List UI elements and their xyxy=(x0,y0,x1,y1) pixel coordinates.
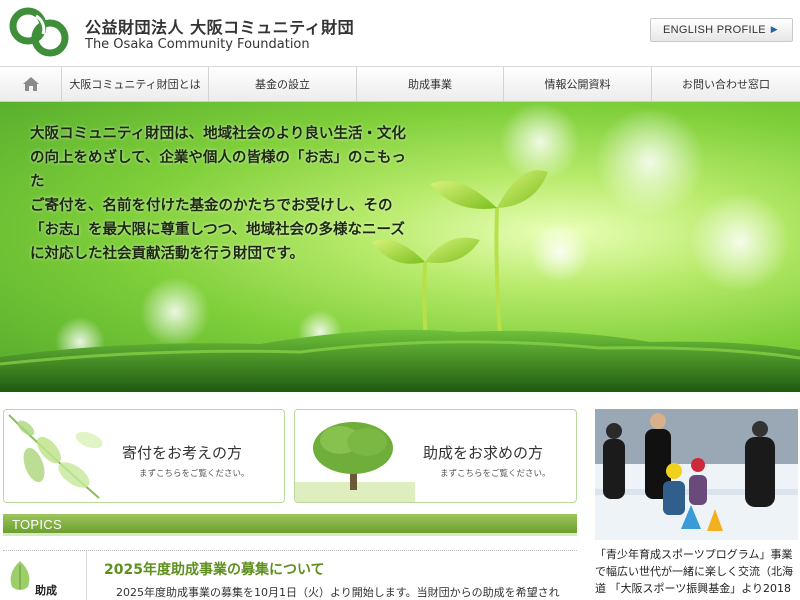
topic-category-cell: 助成 xyxy=(3,551,87,600)
donate-card-subtitle: まずこちらをご覧ください。 xyxy=(139,469,250,479)
topics-header: TOPICS xyxy=(3,514,577,536)
hero-banner: 大阪コミュニティ財団は、地域社会のより良い生活・文化 の向上をめざして、企業や個… xyxy=(0,102,800,392)
org-name-jp: 大阪コミュニティ財団 xyxy=(190,18,355,37)
nav-fund-setup[interactable]: 基金の設立 xyxy=(209,67,357,101)
hero-line: 大阪コミュニティ財団は、地域社会のより良い生活・文化 xyxy=(30,125,406,142)
topic-title-link[interactable]: 2025年度助成事業の募集について xyxy=(104,559,325,579)
topic-item: 助成 2025年度助成事業の募集について 2025年度助成事業の募集を10月1日… xyxy=(3,550,577,600)
play-arrow-icon: ▶ xyxy=(770,24,778,34)
grant-card-subtitle: まずこちらをご覧ください。 xyxy=(440,469,551,479)
nav-contact[interactable]: お問い合わせ窓口 xyxy=(652,67,800,101)
nav-grants[interactable]: 助成事業 xyxy=(357,67,504,101)
logo-japanese-name[interactable]: 公益財団法人 大阪コミュニティ財団 xyxy=(85,14,354,38)
hero-line: に対応した社会貢献活動を行う財団です。 xyxy=(30,245,305,262)
ice-skating-illustration xyxy=(595,409,798,540)
global-nav: 大阪コミュニティ財団とは 基金の設立 助成事業 情報公開資料 お問い合わせ窓口 xyxy=(0,66,800,102)
feature-caption-line: 道 「大阪スポーツ振興基金」より2018 xyxy=(595,582,792,595)
home-icon xyxy=(22,77,39,91)
site-header: 公益財団法人 大阪コミュニティ財団 The Osaka Community Fo… xyxy=(0,0,800,66)
english-profile-label: ENGLISH PROFILE xyxy=(663,24,766,36)
logo-english-name[interactable]: The Osaka Community Foundation xyxy=(85,37,310,52)
grant-card-title: 助成をお求めの方 xyxy=(423,444,544,462)
tree-icon xyxy=(295,422,415,502)
feature-caption[interactable]: 「青少年育成スポーツプログラム」事業 で幅広い世代が一緒に楽しく交流（北海 道 … xyxy=(595,546,798,597)
hero-line: ご寄付を、名前を付けた基金のかたちでお受けし、その xyxy=(30,197,393,214)
leaf-branch-icon xyxy=(8,414,103,499)
foundation-logo-icon[interactable] xyxy=(6,4,74,60)
topics-heading: TOPICS xyxy=(12,517,62,532)
nav-home[interactable] xyxy=(0,67,62,101)
org-type: 公益財団法人 xyxy=(85,18,185,37)
nav-about[interactable]: 大阪コミュニティ財団とは xyxy=(62,67,209,101)
hero-mission-text: 大阪コミュニティ財団は、地域社会のより良い生活・文化 の向上をめざして、企業や個… xyxy=(30,122,420,266)
topic-description: 2025年度助成事業の募集を10月1日（火）より開始します。当財団からの助成を希… xyxy=(116,586,560,599)
grant-card[interactable]: 助成をお求めの方 まずこちらをご覧ください。 xyxy=(294,409,577,503)
skating-photo[interactable] xyxy=(595,409,798,540)
nav-disclosure[interactable]: 情報公開資料 xyxy=(504,67,652,101)
hero-line: の向上をめざして、企業や個人の皆様の「お志」のこもった xyxy=(30,149,406,190)
english-profile-button[interactable]: ENGLISH PROFILE ▶ xyxy=(650,18,793,42)
feature-caption-line: で幅広い世代が一緒に楽しく交流（北海 xyxy=(595,565,793,578)
hero-line: 「お志」を最大限に尊重しつつ、地域社会の多様なニーズ xyxy=(30,221,405,238)
donate-card[interactable]: 寄付をお考えの方 まずこちらをご覧ください。 xyxy=(3,409,285,503)
donate-card-title: 寄付をお考えの方 xyxy=(122,444,243,462)
topic-category: 助成 xyxy=(35,584,57,597)
leaf-icon xyxy=(10,561,30,590)
feature-caption-line: 「青少年育成スポーツプログラム」事業 xyxy=(595,548,793,561)
